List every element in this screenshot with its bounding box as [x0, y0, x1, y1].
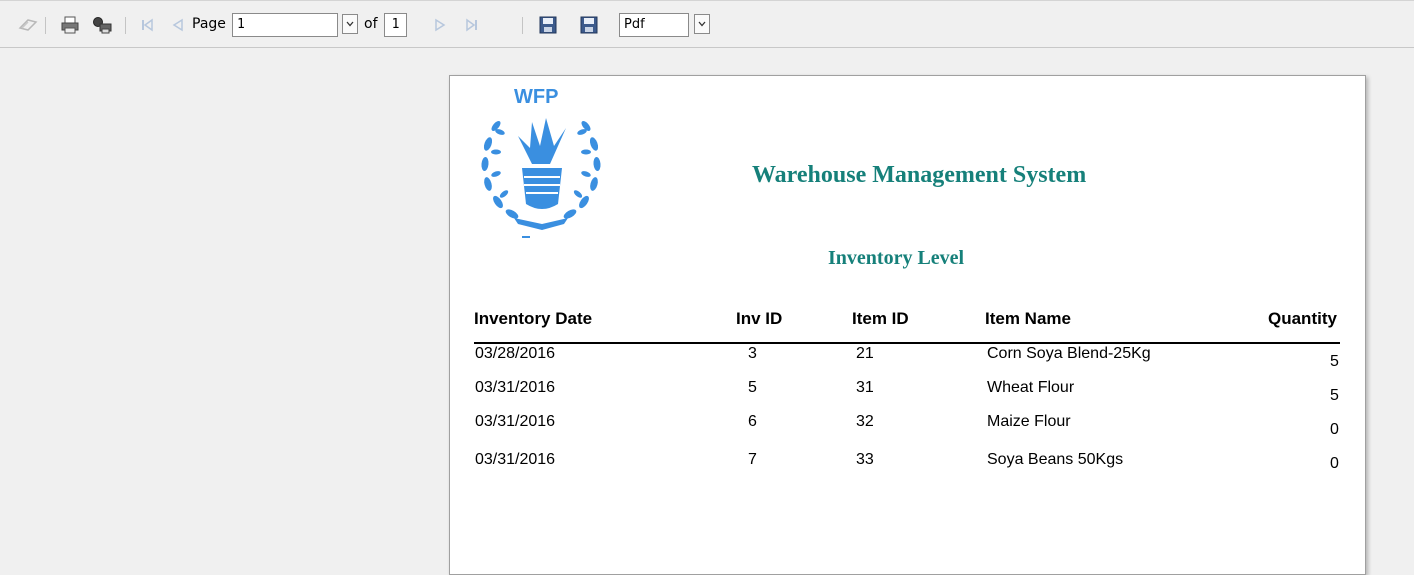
- cell-item-id: 32: [856, 413, 874, 430]
- prev-page-icon[interactable]: [167, 14, 189, 36]
- cell-item-name: Maize Flour: [987, 413, 1071, 430]
- print-icon[interactable]: [59, 14, 81, 36]
- cell-inv-id: 6: [748, 413, 757, 430]
- cell-inventory-date: 03/31/2016: [475, 451, 556, 468]
- laurel-wheat-icon: [481, 118, 601, 238]
- column-header-item-name: Item Name: [985, 309, 1071, 328]
- toolbar-separator: [125, 17, 126, 34]
- cell-inventory-date: 03/28/2016: [475, 345, 556, 362]
- chevron-down-icon: [346, 21, 354, 27]
- of-label: of: [364, 16, 378, 32]
- header-divider: [474, 342, 1340, 344]
- save-icon[interactable]: [537, 14, 559, 36]
- export-format-select[interactable]: Pdf: [619, 13, 689, 37]
- cell-inventory-date: 03/31/2016: [475, 413, 556, 430]
- next-page-icon[interactable]: [429, 14, 451, 36]
- page-dropdown-button[interactable]: [342, 14, 358, 34]
- toolbar-separator: [45, 17, 46, 34]
- last-page-icon[interactable]: [461, 14, 483, 36]
- page-label: Page: [192, 16, 226, 32]
- report-subtitle: Inventory Level: [828, 247, 965, 269]
- cell-quantity: 0: [1330, 421, 1339, 438]
- page-number-input[interactable]: 1: [232, 13, 338, 37]
- refresh-icon[interactable]: [17, 14, 39, 36]
- report-title: Warehouse Management System: [752, 162, 1087, 188]
- cell-item-id: 33: [856, 451, 874, 468]
- column-header-inventory-date: Inventory Date: [474, 309, 593, 328]
- first-page-icon[interactable]: [136, 14, 158, 36]
- cell-item-name: Wheat Flour: [987, 379, 1075, 396]
- cell-quantity: 5: [1330, 353, 1339, 370]
- print-preview-icon[interactable]: [91, 14, 113, 36]
- format-dropdown-button[interactable]: [694, 14, 710, 34]
- cell-inventory-date: 03/31/2016: [475, 379, 556, 396]
- cell-quantity: 5: [1330, 387, 1339, 404]
- cell-item-id: 21: [856, 345, 874, 362]
- cell-inv-id: 7: [748, 451, 757, 468]
- cell-item-name: Corn Soya Blend-25Kg: [987, 345, 1151, 362]
- cell-inv-id: 5: [748, 379, 757, 396]
- chevron-down-icon: [698, 21, 706, 27]
- export-icon[interactable]: [578, 14, 600, 36]
- column-header-inv-id: Inv ID: [736, 309, 783, 328]
- column-header-quantity: Quantity: [1268, 309, 1337, 328]
- cell-item-name: Soya Beans 50Kgs: [987, 451, 1124, 468]
- toolbar-separator: [522, 17, 523, 34]
- cell-item-id: 31: [856, 379, 874, 396]
- column-header-item-id: Item ID: [852, 309, 909, 328]
- report-viewer-toolbar: Page 1 of 1 Pdf: [0, 0, 1414, 48]
- total-pages-field: 1: [384, 13, 407, 37]
- cell-inv-id: 3: [748, 345, 757, 362]
- cell-quantity: 0: [1330, 455, 1339, 472]
